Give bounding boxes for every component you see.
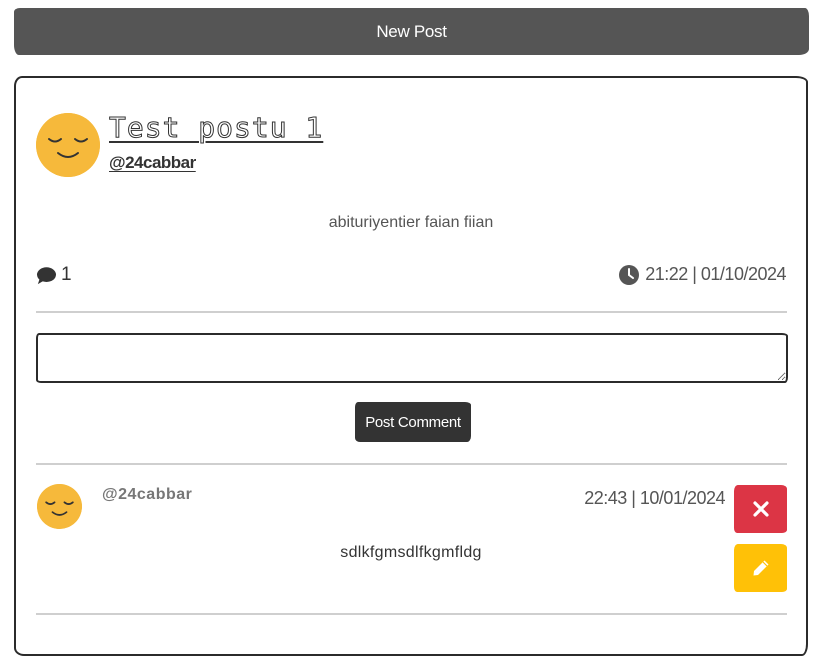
divider (36, 613, 787, 615)
comment-author-avatar (37, 484, 82, 529)
post-body: abituriyentier faian fiian (328, 214, 494, 231)
comment-timestamp: 22:43 | 10/01/2024 (584, 488, 725, 508)
comment-body: sdlkfgmsdlfkgmfldg (340, 544, 482, 561)
edit-comment-button[interactable] (734, 544, 787, 592)
new-post-button[interactable]: New Post (14, 8, 809, 55)
divider (36, 311, 787, 313)
post-timestamp: 21:22 | 01/10/2024 (619, 264, 786, 285)
pencil-icon (753, 560, 768, 576)
close-icon (752, 501, 769, 517)
sleepy-face-icon (36, 113, 100, 177)
sleepy-face-icon (37, 484, 82, 529)
comment-author-link[interactable]: @24cabbar (102, 486, 192, 504)
comment-count: 1 (36, 264, 72, 286)
post-timestamp-text: 21:22 | 01/10/2024 (645, 264, 786, 284)
clock-icon (619, 264, 640, 285)
post-author-link[interactable]: @24cabbar (109, 153, 196, 173)
delete-comment-button[interactable] (734, 485, 787, 533)
divider (36, 463, 787, 465)
post-card: Test postu 1 @24cabbar abituriyentier fa… (14, 76, 808, 656)
post-author-avatar (36, 113, 100, 177)
comment-icon (37, 266, 56, 284)
comment-input[interactable] (36, 333, 788, 383)
comment-count-value: 1 (61, 264, 72, 285)
post-comment-button[interactable]: Post Comment (355, 402, 471, 442)
post-title[interactable]: Test postu 1 (108, 111, 323, 145)
